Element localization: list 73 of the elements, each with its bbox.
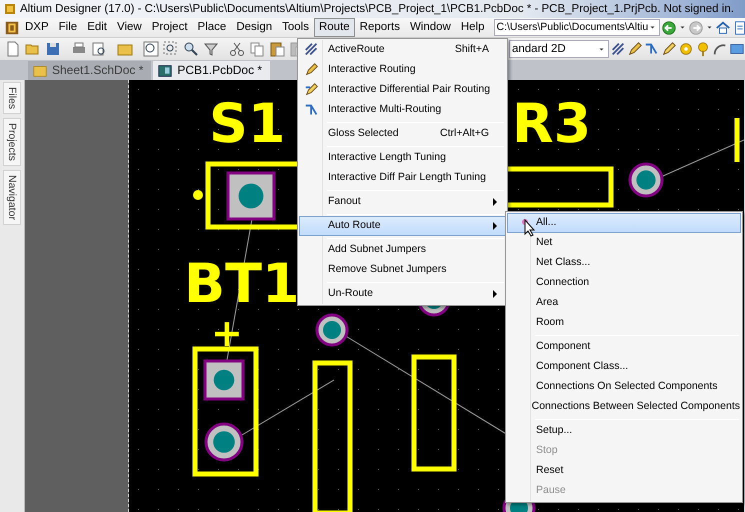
menu-item[interactable]: Reset bbox=[507, 461, 741, 481]
menu-item[interactable]: All... bbox=[507, 213, 741, 233]
submenu-arrow-icon bbox=[493, 222, 497, 230]
component-pad bbox=[204, 360, 244, 400]
menu-item[interactable]: Net bbox=[507, 233, 741, 253]
pin-marker bbox=[193, 190, 203, 200]
back-icon[interactable] bbox=[661, 20, 678, 36]
pen-icon[interactable] bbox=[627, 41, 643, 57]
menu-item[interactable]: DXP bbox=[20, 18, 54, 37]
menu-item[interactable]: Component Class... bbox=[507, 357, 741, 377]
clipboard-icon[interactable] bbox=[268, 40, 286, 58]
menu-item[interactable]: Interactive Routing bbox=[299, 60, 506, 80]
menu-item[interactable]: Net Class... bbox=[507, 253, 741, 273]
menu-item[interactable]: Remove Subnet Jumpers bbox=[299, 260, 506, 280]
dxp-logo-icon[interactable] bbox=[4, 20, 20, 36]
menu-item[interactable]: Auto Route bbox=[299, 216, 506, 236]
menu-item[interactable]: Window bbox=[404, 18, 456, 37]
designator-label: R3 bbox=[512, 92, 592, 155]
menu-item[interactable]: View bbox=[112, 18, 147, 37]
document-icon[interactable] bbox=[732, 20, 745, 36]
component-pad bbox=[226, 172, 276, 220]
view-combo[interactable]: andard 2D bbox=[509, 40, 609, 58]
submenu-arrow-icon bbox=[493, 290, 497, 298]
rectangle-icon[interactable] bbox=[729, 41, 745, 57]
menu-item[interactable]: Route bbox=[314, 18, 355, 37]
scissors-icon[interactable] bbox=[228, 40, 246, 58]
menu-item[interactable]: Setup... bbox=[507, 421, 741, 441]
menu-item[interactable]: ActiveRoute Shift+A bbox=[299, 40, 506, 60]
panel-tab[interactable]: Projects bbox=[3, 118, 21, 166]
path-combo[interactable]: C:\Users\Public\Documents\Altiu bbox=[494, 19, 660, 36]
menu-item[interactable]: Connection bbox=[507, 273, 741, 293]
menu-item[interactable]: Connections Between Selected Components bbox=[507, 397, 741, 417]
menu-item[interactable]: Tools bbox=[277, 18, 314, 37]
mouse-cursor-icon bbox=[521, 217, 537, 237]
window-title: Altium Designer (17.0) - C:\Users\Public\Documents\Altium\Projects\PCB_Project_1\PCB1.PcbDoc * - PCB_Project_1.PrjPcb. Not signed in. bbox=[20, 2, 734, 17]
menu-item[interactable]: Edit bbox=[82, 18, 112, 37]
menu-item[interactable]: File bbox=[54, 18, 82, 37]
menu-item[interactable]: Fanout bbox=[299, 192, 506, 212]
menu-item[interactable]: Interactive Multi-Routing bbox=[299, 100, 506, 120]
pen-icon bbox=[304, 82, 320, 98]
menu-item[interactable]: Gloss Selected Ctrl+Alt+G bbox=[299, 124, 506, 144]
menu-item[interactable]: Place bbox=[192, 18, 232, 37]
zoom-fit-icon[interactable] bbox=[142, 40, 160, 58]
menu-item[interactable]: Component bbox=[507, 337, 741, 357]
menu-item[interactable]: Project bbox=[146, 18, 193, 37]
document-tab[interactable]: PCB1.PcbDoc * bbox=[153, 61, 270, 80]
menu-item[interactable]: Help bbox=[456, 18, 490, 37]
app-icon bbox=[4, 3, 16, 15]
branch-icon[interactable] bbox=[644, 41, 660, 57]
submenu-arrow-icon bbox=[493, 198, 497, 206]
menu-item[interactable]: Reports bbox=[354, 18, 405, 37]
menu-item[interactable]: Add Subnet Jumpers bbox=[299, 240, 506, 260]
copy-icon[interactable] bbox=[248, 40, 266, 58]
magnifier-icon[interactable] bbox=[182, 40, 200, 58]
panel-tab[interactable]: Files bbox=[3, 82, 21, 114]
panel-tab[interactable]: Navigator bbox=[3, 170, 21, 226]
pen-icon[interactable] bbox=[661, 41, 677, 57]
designator-label: S1 bbox=[209, 92, 286, 155]
board-icon bbox=[157, 62, 174, 78]
menu-item[interactable]: Connections On Selected Components bbox=[507, 377, 741, 397]
menu-item[interactable]: Interactive Diff Pair Length Tuning bbox=[299, 168, 506, 188]
menu-item[interactable]: Design bbox=[231, 18, 278, 37]
menu-item[interactable]: Interactive Differential Pair Routing bbox=[299, 80, 506, 100]
ring-icon[interactable] bbox=[678, 41, 694, 57]
menu-item[interactable]: Area bbox=[507, 293, 741, 313]
menu-item[interactable]: Interactive Length Tuning bbox=[299, 148, 506, 168]
menu-item[interactable]: Un-Route bbox=[299, 284, 506, 304]
branch-icon bbox=[304, 102, 320, 118]
silkscreen-outline bbox=[734, 118, 740, 162]
document-tab[interactable]: Sheet1.SchDoc * bbox=[28, 61, 152, 80]
pen-icon bbox=[304, 62, 320, 78]
menu-item[interactable]: Room bbox=[507, 313, 741, 333]
home-icon[interactable] bbox=[715, 20, 732, 36]
